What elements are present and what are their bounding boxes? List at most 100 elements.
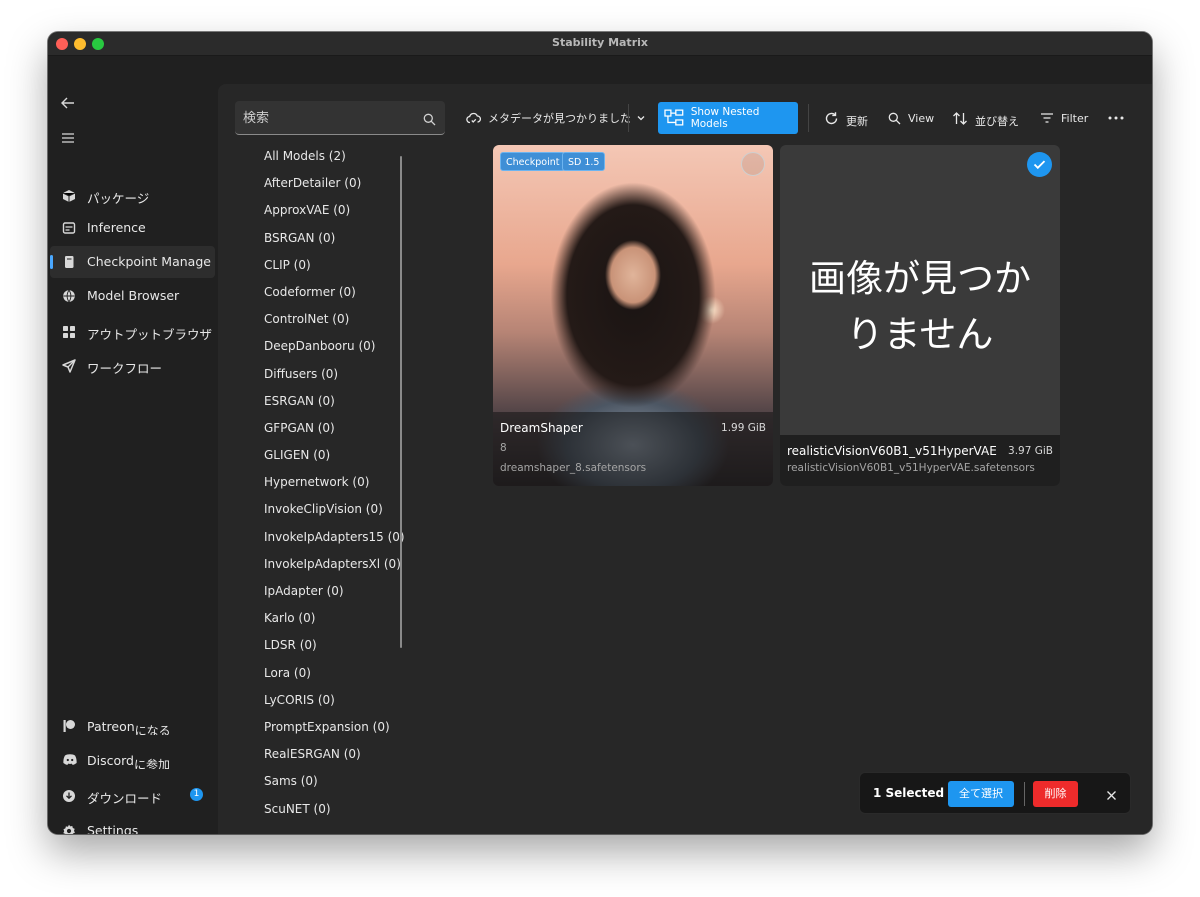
model-card[interactable]: Checkpoint SD 1.5 DreamShaper 1.99 GiB 8… bbox=[493, 145, 773, 486]
chevron-down-icon bbox=[637, 116, 645, 121]
search-box[interactable] bbox=[235, 101, 445, 135]
sidebar-item-downloads[interactable]: ダウンロード 1 bbox=[50, 780, 215, 812]
folder-item[interactable]: Lora (0) bbox=[264, 666, 414, 693]
sidebar-item-label: パッケージ bbox=[87, 191, 150, 206]
view-button[interactable]: View bbox=[888, 102, 934, 134]
card-footer: realisticVisionV60B1_v51HyperVAE 3.97 Gi… bbox=[780, 435, 1060, 486]
metadata-button[interactable]: メタデータが見つかりました bbox=[466, 102, 631, 134]
model-name: realisticVisionV60B1_v51HyperVAE bbox=[787, 444, 997, 458]
filter-label: Filter bbox=[1061, 111, 1089, 125]
folder-item[interactable]: LDSR (0) bbox=[264, 638, 414, 665]
folder-item[interactable]: DeepDanbooru (0) bbox=[264, 339, 414, 366]
discord-text: Discord bbox=[87, 753, 134, 768]
model-filename: dreamshaper_8.safetensors bbox=[500, 462, 647, 474]
patreon-label: Patreonになる bbox=[87, 718, 212, 735]
folder-item[interactable]: InvokeIpAdapters15 (0) bbox=[264, 530, 414, 557]
search-icon[interactable] bbox=[423, 111, 436, 126]
show-nested-models-toggle[interactable]: Show Nested Models bbox=[658, 102, 798, 134]
delete-button[interactable]: 削除 bbox=[1033, 781, 1078, 807]
grid-icon bbox=[62, 324, 76, 338]
select-all-button[interactable]: 全て選択 bbox=[948, 781, 1014, 807]
folder-item[interactable]: ApproxVAE (0) bbox=[264, 203, 414, 230]
selection-bar-divider bbox=[1024, 782, 1025, 806]
sort-label: 並び替え bbox=[975, 115, 1019, 128]
toolbar-divider bbox=[808, 104, 809, 132]
folder-item[interactable]: Sams (0) bbox=[264, 774, 414, 801]
more-options-button[interactable] bbox=[1108, 102, 1124, 134]
folder-item[interactable]: AfterDetailer (0) bbox=[264, 176, 414, 203]
sort-button[interactable]: 並び替え bbox=[952, 102, 1019, 134]
folder-item[interactable]: InvokeClipVision (0) bbox=[264, 502, 414, 529]
model-browser-icon bbox=[62, 288, 76, 303]
model-version: 8 bbox=[500, 442, 507, 454]
select-checkbox[interactable] bbox=[741, 152, 765, 176]
folder-item[interactable]: All Models (2) bbox=[264, 149, 414, 176]
discord-subtext: に参加 bbox=[134, 758, 171, 769]
folder-item[interactable]: CLIP (0) bbox=[264, 258, 414, 285]
select-checkbox-checked[interactable] bbox=[1027, 152, 1052, 177]
sidebar-item-inference[interactable]: Inference bbox=[50, 212, 215, 244]
toolbar: メタデータが見つかりました Show Nested Models 更新 View bbox=[458, 102, 1148, 134]
sidebar-item-label: Model Browser bbox=[87, 288, 180, 303]
model-card[interactable]: 画像が見つかりません realisticVisionV60B1_v51Hyper… bbox=[780, 145, 1060, 486]
base-model-tag: SD 1.5 bbox=[562, 152, 606, 171]
download-icon bbox=[62, 788, 76, 802]
folder-item[interactable]: Hypernetwork (0) bbox=[264, 475, 414, 502]
selected-count: 1 Selected bbox=[873, 786, 945, 800]
folder-item[interactable]: LyCORIS (0) bbox=[264, 693, 414, 720]
folder-list: All Models (2) AfterDetailer (0) ApproxV… bbox=[264, 149, 414, 829]
folder-item[interactable]: Codeformer (0) bbox=[264, 285, 414, 312]
metadata-dropdown-button[interactable] bbox=[636, 102, 646, 134]
view-search-icon bbox=[888, 112, 901, 124]
search-input[interactable] bbox=[243, 108, 413, 128]
patreon-text: Patreon bbox=[87, 719, 135, 734]
folder-item[interactable]: BSRGAN (0) bbox=[264, 231, 414, 258]
folder-item[interactable]: IpAdapter (0) bbox=[264, 584, 414, 611]
sidebar-item-settings[interactable]: Settings bbox=[50, 815, 215, 834]
filter-button[interactable]: Filter bbox=[1040, 102, 1088, 134]
sidebar-item-workflow[interactable]: ワークフロー bbox=[50, 350, 215, 382]
folder-item[interactable]: ControlNet (0) bbox=[264, 312, 414, 339]
folder-item[interactable]: RealESRGAN (0) bbox=[264, 747, 414, 774]
model-filename: realisticVisionV60B1_v51HyperVAE.safeten… bbox=[787, 462, 1035, 474]
discord-icon bbox=[62, 752, 77, 766]
sidebar-item-output-browser[interactable]: アウトプットブラウザ bbox=[50, 316, 215, 348]
folder-item[interactable]: ESRGAN (0) bbox=[264, 394, 414, 421]
discord-label: Discordに参加 bbox=[87, 752, 212, 769]
cloud-check-icon bbox=[466, 112, 481, 124]
sort-arrows-icon bbox=[953, 111, 967, 125]
more-options-icon bbox=[1108, 116, 1124, 120]
patreon-subtext: になる bbox=[134, 724, 171, 735]
close-icon[interactable] bbox=[1105, 787, 1118, 800]
sidebar-item-label: Checkpoint Manager bbox=[87, 254, 212, 269]
sidebar-item-label: アウトプットブラウザ bbox=[87, 327, 212, 342]
folder-list-scrollbar[interactable] bbox=[400, 156, 402, 648]
model-size: 3.97 GiB bbox=[1008, 445, 1053, 457]
sidebar-item-label: Inference bbox=[87, 220, 146, 235]
sidebar-item-discord[interactable]: Discordに参加 bbox=[50, 744, 215, 776]
sidebar-item-checkpoint-manager[interactable]: Checkpoint Manager bbox=[50, 246, 215, 278]
window-title: Stability Matrix bbox=[552, 36, 648, 49]
app-window: Stability Matrix パッケージ Inference Checkpo… bbox=[48, 32, 1152, 834]
model-type-tag: Checkpoint bbox=[500, 152, 566, 171]
checkmark-icon bbox=[1033, 160, 1046, 170]
patreon-icon bbox=[62, 718, 76, 732]
send-icon bbox=[62, 358, 76, 373]
folder-item[interactable]: Diffusers (0) bbox=[264, 367, 414, 394]
show-nested-models-label: Show Nested Models bbox=[690, 106, 760, 130]
sidebar-item-patreon[interactable]: Patreonになる bbox=[50, 710, 215, 742]
sidebar-item-model-browser[interactable]: Model Browser bbox=[50, 280, 215, 312]
folder-item[interactable]: Karlo (0) bbox=[264, 611, 414, 638]
refresh-button[interactable]: 更新 bbox=[824, 102, 868, 134]
folder-item[interactable]: InvokeIpAdaptersXl (0) bbox=[264, 557, 414, 584]
folder-item[interactable]: GLIGEN (0) bbox=[264, 448, 414, 475]
download-count-badge: 1 bbox=[190, 788, 203, 801]
folder-item[interactable]: ScuNET (0) bbox=[264, 802, 414, 829]
back-arrow-icon[interactable] bbox=[60, 95, 76, 111]
model-name: DreamShaper bbox=[500, 421, 583, 435]
hamburger-menu-icon[interactable] bbox=[60, 130, 76, 146]
tree-view-icon bbox=[664, 109, 684, 126]
folder-item[interactable]: GFPGAN (0) bbox=[264, 421, 414, 448]
folder-item[interactable]: PromptExpansion (0) bbox=[264, 720, 414, 747]
sidebar-item-packages[interactable]: パッケージ bbox=[50, 180, 215, 212]
